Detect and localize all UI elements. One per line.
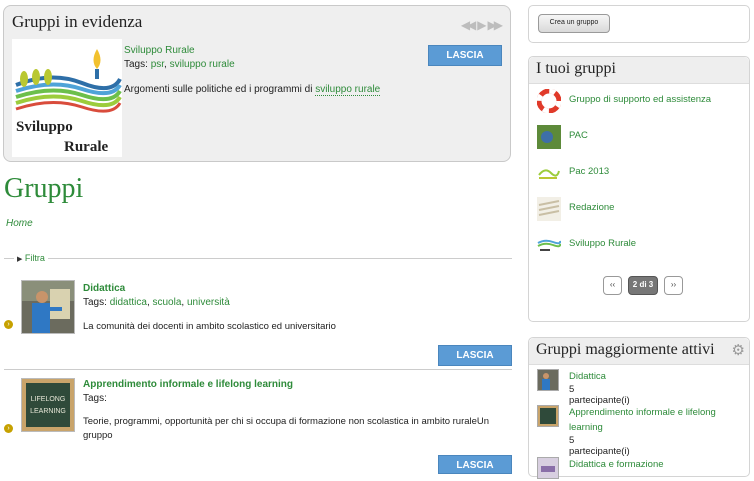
featured-group-logo[interactable]: Sviluppo Rurale [12,39,122,157]
group-description: La comunità dei docenti in ambito scolas… [83,321,336,332]
triangle-right-icon: ▶ [17,256,23,263]
breadcrumb[interactable]: Home [6,218,33,229]
group-tags: Tags: didattica, scuola, università [83,297,230,308]
redazione-icon [537,197,561,221]
leave-button[interactable]: LASCIA [438,455,512,474]
sviluppo-rurale-icon [537,233,562,257]
my-groups-box: I tuoi gruppi Gruppo di supporto ed assi… [528,56,750,322]
fast-forward-icon[interactable]: ▶▶ [488,18,504,32]
description-link[interactable]: sviluppo rurale [315,84,381,96]
group-thumbnail-icon [537,405,559,427]
tag-link[interactable]: scuola [153,297,182,308]
group-tags: Tags: [83,393,107,404]
my-groups-pager: ‹‹ 2 di 3 ›› [603,276,683,295]
list-item: › LIFELONG LEARNING Apprendimento inform… [4,376,512,474]
featured-title: Gruppi in evidenza [12,12,143,31]
group-name[interactable]: Didattica [83,283,125,294]
pac-icon [537,125,561,149]
leave-button[interactable]: LASCIA [438,345,512,366]
svg-text:Rurale: Rurale [64,139,109,155]
list-item: › Didattica Tags: didattica, scuola, uni… [4,280,512,370]
arrow-bullet-icon: › [4,320,13,329]
filter-divider [4,258,512,259]
tag-link[interactable]: psr [151,59,164,70]
svg-text:LIFELONG: LIFELONG [31,396,66,403]
pac2013-icon [537,161,561,185]
most-active-name: Apprendimento informale e lifelong learn… [569,407,716,433]
most-active-title: Gruppi maggiormente attivi [536,341,715,358]
leave-featured-button[interactable]: LASCIA [428,45,502,66]
tag-link[interactable]: sviluppo rurale [170,59,235,70]
featured-groups-box: Gruppi in evidenza ◀◀ ▶ ▶▶ Sviluppo Rura… [3,5,511,162]
most-active-groups-box: Gruppi maggiormente attivi ⚙ Didattica 5… [528,337,750,479]
pager-next-button[interactable]: ›› [664,276,683,295]
participants-count: 5 partecipante(i) [569,435,630,457]
tag-link[interactable]: didattica [110,297,147,308]
pager-prev-button[interactable]: ‹‹ [603,276,622,295]
group-thumbnail[interactable]: LIFELONG LEARNING [21,378,75,432]
divider [4,369,512,370]
featured-group-name[interactable]: Sviluppo Rurale [124,45,195,56]
gear-icon[interactable]: ⚙ [732,341,745,359]
create-group-button[interactable]: Crea un gruppo [538,14,610,33]
featured-nav: ◀◀ ▶ ▶▶ [461,18,504,32]
most-active-name: Didattica [569,371,606,382]
create-group-box: Crea un gruppo [528,5,750,43]
tag-link[interactable]: università [187,297,230,308]
group-thumbnail-icon [537,457,559,479]
most-active-name: Didattica e formazione [569,459,664,470]
arrow-bullet-icon: › [4,424,13,433]
lifebuoy-icon [536,88,562,114]
featured-group-tags: Tags: psr, sviluppo rurale [124,59,235,70]
group-description: Teorie, programmi, opportunità per chi s… [83,416,490,441]
my-groups-title: I tuoi gruppi [536,60,616,77]
group-thumbnail-icon [537,369,559,391]
play-icon[interactable]: ▶ [477,18,486,32]
group-name[interactable]: Apprendimento informale e lifelong learn… [83,379,293,390]
group-thumbnail[interactable] [21,280,75,334]
svg-text:LEARNING: LEARNING [30,408,66,415]
page-title: Gruppi [4,173,84,204]
participants-count: 5 partecipante(i) [569,384,630,406]
svg-text:Sviluppo: Sviluppo [16,119,73,135]
pager-current: 2 di 3 [628,276,658,295]
featured-group-description: Argomenti sulle politiche ed i programmi… [124,84,381,96]
filter-toggle[interactable]: ▶ Filtra [14,253,48,263]
rewind-icon[interactable]: ◀◀ [461,18,477,32]
